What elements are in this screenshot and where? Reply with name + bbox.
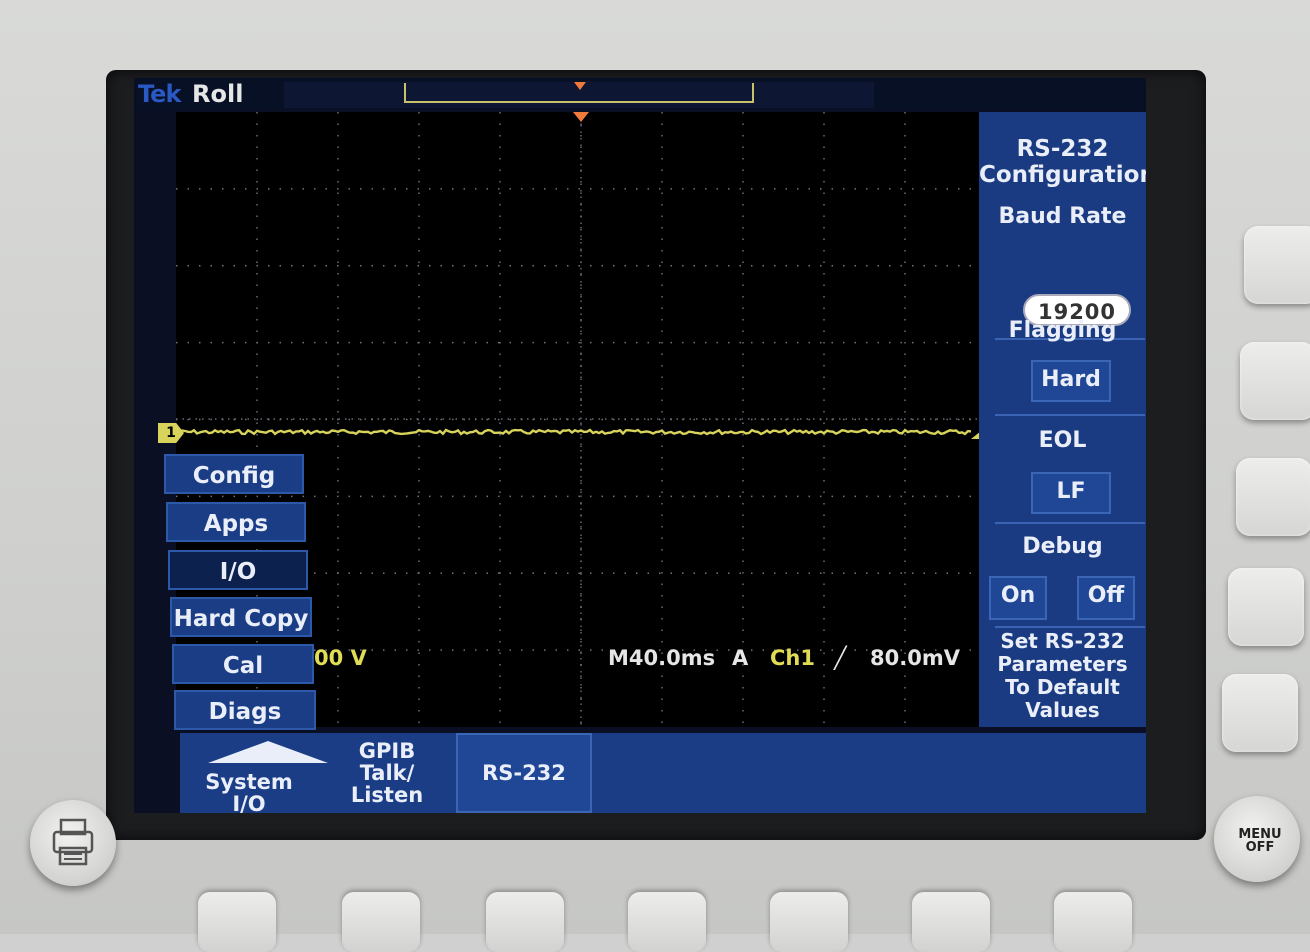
side-bezel-button-3[interactable] bbox=[1236, 458, 1310, 536]
baud-rate-label: Baud Rate bbox=[998, 204, 1127, 229]
rising-edge-icon: ╱ bbox=[834, 646, 847, 670]
menu-off-label: MENU OFF bbox=[1230, 828, 1290, 854]
bottom-bezel-button-6[interactable] bbox=[912, 892, 990, 952]
ch1-trace bbox=[176, 428, 972, 436]
menu-item-apps[interactable]: Apps bbox=[166, 502, 306, 542]
flagging-value-button[interactable]: Hard bbox=[1031, 360, 1111, 402]
side-bezel-button-1[interactable] bbox=[1244, 226, 1310, 304]
set-default-line2: Parameters bbox=[997, 652, 1128, 676]
side-menu: RS-232 Configuration Baud Rate 19200 Fla… bbox=[979, 112, 1146, 727]
side-separator bbox=[995, 522, 1145, 524]
set-default-line1: Set RS-232 bbox=[1000, 629, 1125, 653]
hardcopy-button[interactable] bbox=[30, 800, 116, 886]
bottom-button-rs232[interactable]: RS-232 bbox=[456, 733, 592, 813]
eol-label: EOL bbox=[1038, 428, 1087, 453]
gpib-line2: Talk/ bbox=[359, 761, 415, 785]
side-separator bbox=[995, 626, 1145, 628]
acquisition-mode: Roll bbox=[192, 80, 244, 108]
menu-off-line2: OFF bbox=[1245, 840, 1275, 855]
oscilloscope-screen: Tek Roll 1 00 V M40.0ms A Ch1 ╱ 80.0mV C… bbox=[134, 78, 1146, 813]
side-bezel-button-4[interactable] bbox=[1228, 568, 1304, 646]
side-menu-title: RS-232 Configuration bbox=[979, 136, 1146, 188]
side-title-line1: RS-232 bbox=[1016, 136, 1109, 162]
menu-item-diags[interactable]: Diags bbox=[174, 690, 316, 730]
system-io-line1: System bbox=[205, 770, 293, 794]
trigger-point-icon bbox=[573, 112, 589, 122]
trigger-source-readout: Ch1 bbox=[770, 646, 815, 670]
bottom-button-gpib[interactable]: GPIB Talk/ Listen bbox=[320, 733, 454, 813]
bottom-menu-bar: System I/O GPIB Talk/ Listen RS-232 bbox=[180, 733, 1146, 813]
gpib-line3: Listen bbox=[350, 783, 424, 807]
menu-item-hard-copy[interactable]: Hard Copy bbox=[170, 597, 312, 637]
ch1-scale-readout: 00 V bbox=[314, 646, 367, 670]
menu-item-cal[interactable]: Cal bbox=[172, 644, 314, 684]
eol-value-button[interactable]: LF bbox=[1031, 472, 1111, 514]
status-bar: Tek Roll bbox=[134, 78, 1146, 110]
bottom-bezel-button-5[interactable] bbox=[770, 892, 848, 952]
trigger-position-icon bbox=[574, 82, 586, 90]
menu-item-config[interactable]: Config bbox=[164, 454, 304, 494]
debug-on-button[interactable]: On bbox=[989, 576, 1047, 620]
side-title-line2: Configuration bbox=[979, 162, 1146, 188]
side-bezel-button-2[interactable] bbox=[1240, 342, 1310, 420]
bottom-bezel-button-7[interactable] bbox=[1054, 892, 1132, 952]
bottom-bezel-button-2[interactable] bbox=[342, 892, 420, 952]
bottom-bezel-button-3[interactable] bbox=[486, 892, 564, 952]
gpib-line1: GPIB bbox=[358, 739, 416, 763]
timebase-readout: M40.0ms bbox=[608, 646, 716, 670]
tek-logo: Tek bbox=[138, 80, 181, 108]
system-io-line2: I/O bbox=[232, 792, 266, 813]
set-default-button[interactable]: Set RS-232 Parameters To Default Values bbox=[979, 630, 1146, 722]
trigger-level-readout: 80.0mV bbox=[870, 646, 960, 670]
rs232-label: RS-232 bbox=[482, 761, 566, 785]
printer-icon bbox=[52, 818, 94, 866]
set-default-line3: To Default bbox=[1005, 675, 1120, 699]
flagging-label: Flagging bbox=[1008, 318, 1117, 343]
bottom-bezel-button-1[interactable] bbox=[198, 892, 276, 952]
set-default-line4: Values bbox=[1025, 698, 1100, 722]
bottom-bezel-button-4[interactable] bbox=[628, 892, 706, 952]
side-separator bbox=[995, 414, 1145, 416]
side-bezel-button-5[interactable] bbox=[1222, 674, 1298, 752]
popup-indicator-icon bbox=[208, 741, 328, 763]
trigger-mode-readout: A bbox=[732, 646, 749, 670]
debug-off-button[interactable]: Off bbox=[1077, 576, 1135, 620]
debug-label: Debug bbox=[1022, 534, 1103, 559]
bottom-button-system-io[interactable]: System I/O bbox=[180, 733, 328, 813]
menu-item-io[interactable]: I/O bbox=[168, 550, 308, 590]
